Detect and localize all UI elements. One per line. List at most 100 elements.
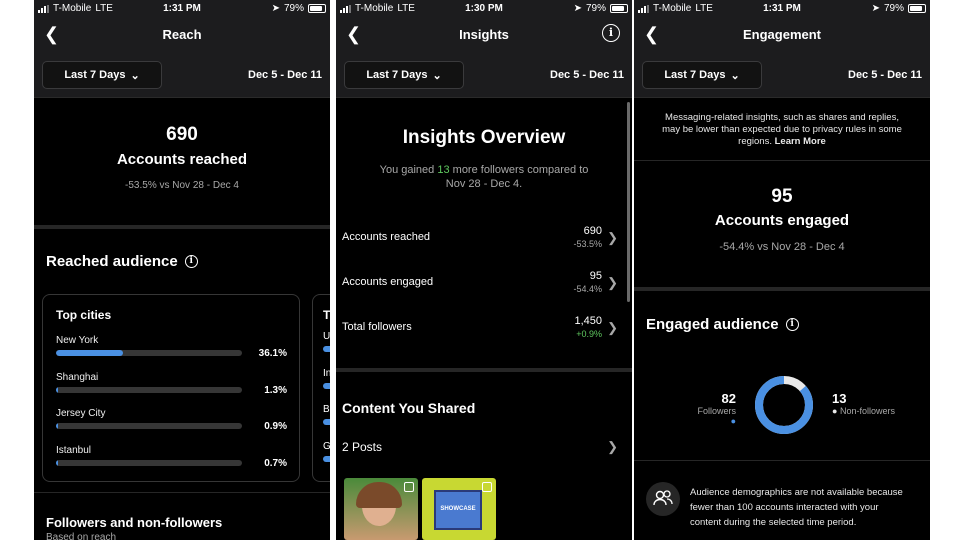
metric-delta: +0.9% xyxy=(576,329,602,339)
battery-icon xyxy=(308,4,326,13)
city-row: Shanghai 1.3% xyxy=(56,372,287,402)
chevron-right-icon: ❯ xyxy=(607,275,618,290)
posts-label: 2 Posts xyxy=(342,440,383,454)
battery-percent: 79% xyxy=(883,3,904,14)
status-bar: T-Mobile LTE 1:31 PM ➤ 79% xyxy=(34,0,330,18)
metric-label: Accounts engaged xyxy=(342,276,434,288)
engaged-comparison: -54.4% vs Nov 28 - Dec 4 xyxy=(719,241,845,253)
city-percent: 1.3% xyxy=(264,384,287,396)
city-bar-track xyxy=(56,423,242,429)
info-icon[interactable]: i xyxy=(602,24,620,42)
nonfollowers-count: 13 xyxy=(832,391,847,406)
thumbnail-caption: SHOWCASE xyxy=(440,506,476,512)
chevron-right-icon: ❯ xyxy=(607,320,618,335)
nonfollowers-legend: ● Non-followers xyxy=(832,406,895,416)
city-name: Shanghai xyxy=(56,371,99,383)
battery-icon xyxy=(908,4,926,13)
learn-more-link[interactable]: Learn More xyxy=(775,136,826,147)
date-range-label: Last 7 Days xyxy=(664,69,726,81)
reach-comparison: -53.5% vs Nov 28 - Dec 4 xyxy=(125,180,239,191)
insights-screen: T-Mobile LTE 1:30 PM ➤ 79% ❮ Insights i … xyxy=(336,0,632,540)
chevron-down-icon: ⌄ xyxy=(130,69,140,82)
chevron-down-icon: ⌄ xyxy=(730,69,740,82)
nav-bar: ❮ Engagement xyxy=(634,18,930,52)
demographics-note: Audience demographics are not available … xyxy=(690,487,903,528)
metric-row[interactable]: Accounts reached 690 -53.5% ❯ xyxy=(336,221,632,257)
date-range-dropdown[interactable]: Last 7 Days ⌄ xyxy=(344,61,464,89)
gain-count: 13 xyxy=(437,164,450,176)
post-thumbnail[interactable] xyxy=(344,478,418,540)
nav-bar: ❮ Reach xyxy=(34,18,330,52)
country-row: Inc xyxy=(323,368,330,389)
metric-label: Accounts reached xyxy=(342,231,431,243)
location-icon: ➤ xyxy=(871,3,880,14)
overview-title: Insights Overview xyxy=(402,127,566,148)
top-cities-title: Top cities xyxy=(56,308,112,322)
metric-row[interactable]: Total followers 1,450 +0.9% ❯ xyxy=(336,311,632,347)
followers-label: Followers xyxy=(697,406,736,416)
nav-bar: ❮ Insights i xyxy=(336,18,632,52)
divider xyxy=(634,287,930,291)
followers-count: 82 xyxy=(721,391,736,406)
followers-section-subtitle: Based on reach xyxy=(46,532,117,540)
country-row: Ge xyxy=(323,441,330,462)
country-name: Bra xyxy=(323,404,330,415)
country-bar-fill xyxy=(323,346,330,352)
reached-audience-heading: Reached audience i xyxy=(46,253,198,270)
engaged-audience-title: Engaged audience xyxy=(646,316,779,333)
accounts-engaged-label: Accounts engaged xyxy=(714,212,850,229)
country-name: Inc xyxy=(323,367,330,379)
city-bar-fill xyxy=(56,386,59,393)
date-range-dropdown[interactable]: Last 7 Days ⌄ xyxy=(42,61,162,89)
date-range-dropdown[interactable]: Last 7 Days ⌄ xyxy=(642,61,762,89)
city-percent: 0.7% xyxy=(264,457,287,469)
battery-percent: 79% xyxy=(283,3,304,14)
status-bar: T-Mobile LTE 1:30 PM ➤ 79% xyxy=(336,0,632,18)
city-row: New York 36.1% xyxy=(56,335,287,365)
divider xyxy=(34,492,330,493)
city-percent: 0.9% xyxy=(264,421,287,432)
city-name: Jersey City xyxy=(56,408,106,419)
people-icon xyxy=(646,482,680,516)
gain-suffix: more followers compared to xyxy=(449,164,589,176)
accounts-engaged-count: 95 xyxy=(771,186,793,207)
top-cities-card: Top cities New York 36.1% Shanghai 1.3% Jers… xyxy=(42,294,300,482)
metric-delta: -53.5% xyxy=(573,239,602,249)
country-bar-fill xyxy=(323,455,330,462)
chevron-down-icon: ⌄ xyxy=(432,69,442,82)
posts-row[interactable]: 2 Posts ❯ xyxy=(336,430,632,466)
reached-audience-title: Reached audience xyxy=(46,253,178,270)
page-title: Reach xyxy=(162,27,202,42)
divider xyxy=(34,225,330,229)
metric-delta: -54.4% xyxy=(573,284,602,294)
status-bar: T-Mobile LTE 1:31 PM ➤ 79% xyxy=(634,0,930,18)
privacy-notice: Messaging-related insights, such as shar… xyxy=(658,112,906,148)
city-bar-track xyxy=(56,350,242,356)
gain-period: Nov 28 - Dec 4. xyxy=(445,178,523,190)
post-thumbnail[interactable]: SHOWCASE xyxy=(422,478,496,540)
country-name: Un xyxy=(323,331,330,342)
city-row: Istanbul 0.7% xyxy=(56,445,287,475)
metric-row[interactable]: Accounts engaged 95 -54.4% ❯ xyxy=(336,266,632,302)
divider xyxy=(634,460,930,461)
location-icon: ➤ xyxy=(573,3,582,14)
info-icon[interactable]: i xyxy=(785,318,799,331)
follower-gain-text: You gained 13 more followers compared to xyxy=(336,164,632,176)
followers-section-title: Followers and non-followers xyxy=(46,515,223,530)
page-title: Insights xyxy=(459,27,509,42)
info-icon[interactable]: i xyxy=(184,255,198,268)
accounts-reached-label: Accounts reached xyxy=(116,151,248,168)
date-range-text: Dec 5 - Dec 11 xyxy=(248,69,322,81)
city-bar-fill xyxy=(56,423,59,429)
city-percent: 36.1% xyxy=(258,348,287,359)
metric-value: 690 xyxy=(583,225,602,237)
nonfollowers-stat: 13 ● Non-followers xyxy=(832,391,895,416)
accounts-reached-count: 690 xyxy=(166,124,198,145)
filter-bar: Last 7 Days ⌄ Dec 5 - Dec 11 xyxy=(336,52,632,98)
country-bar-fill xyxy=(323,382,330,389)
filter-bar: Last 7 Days ⌄ Dec 5 - Dec 11 xyxy=(34,52,330,98)
top-countries-title: To xyxy=(323,308,330,322)
top-countries-card[interactable]: To Un Inc Bra Ge xyxy=(312,294,330,482)
metric-value: 95 xyxy=(589,270,602,282)
city-bar-fill xyxy=(56,459,59,466)
